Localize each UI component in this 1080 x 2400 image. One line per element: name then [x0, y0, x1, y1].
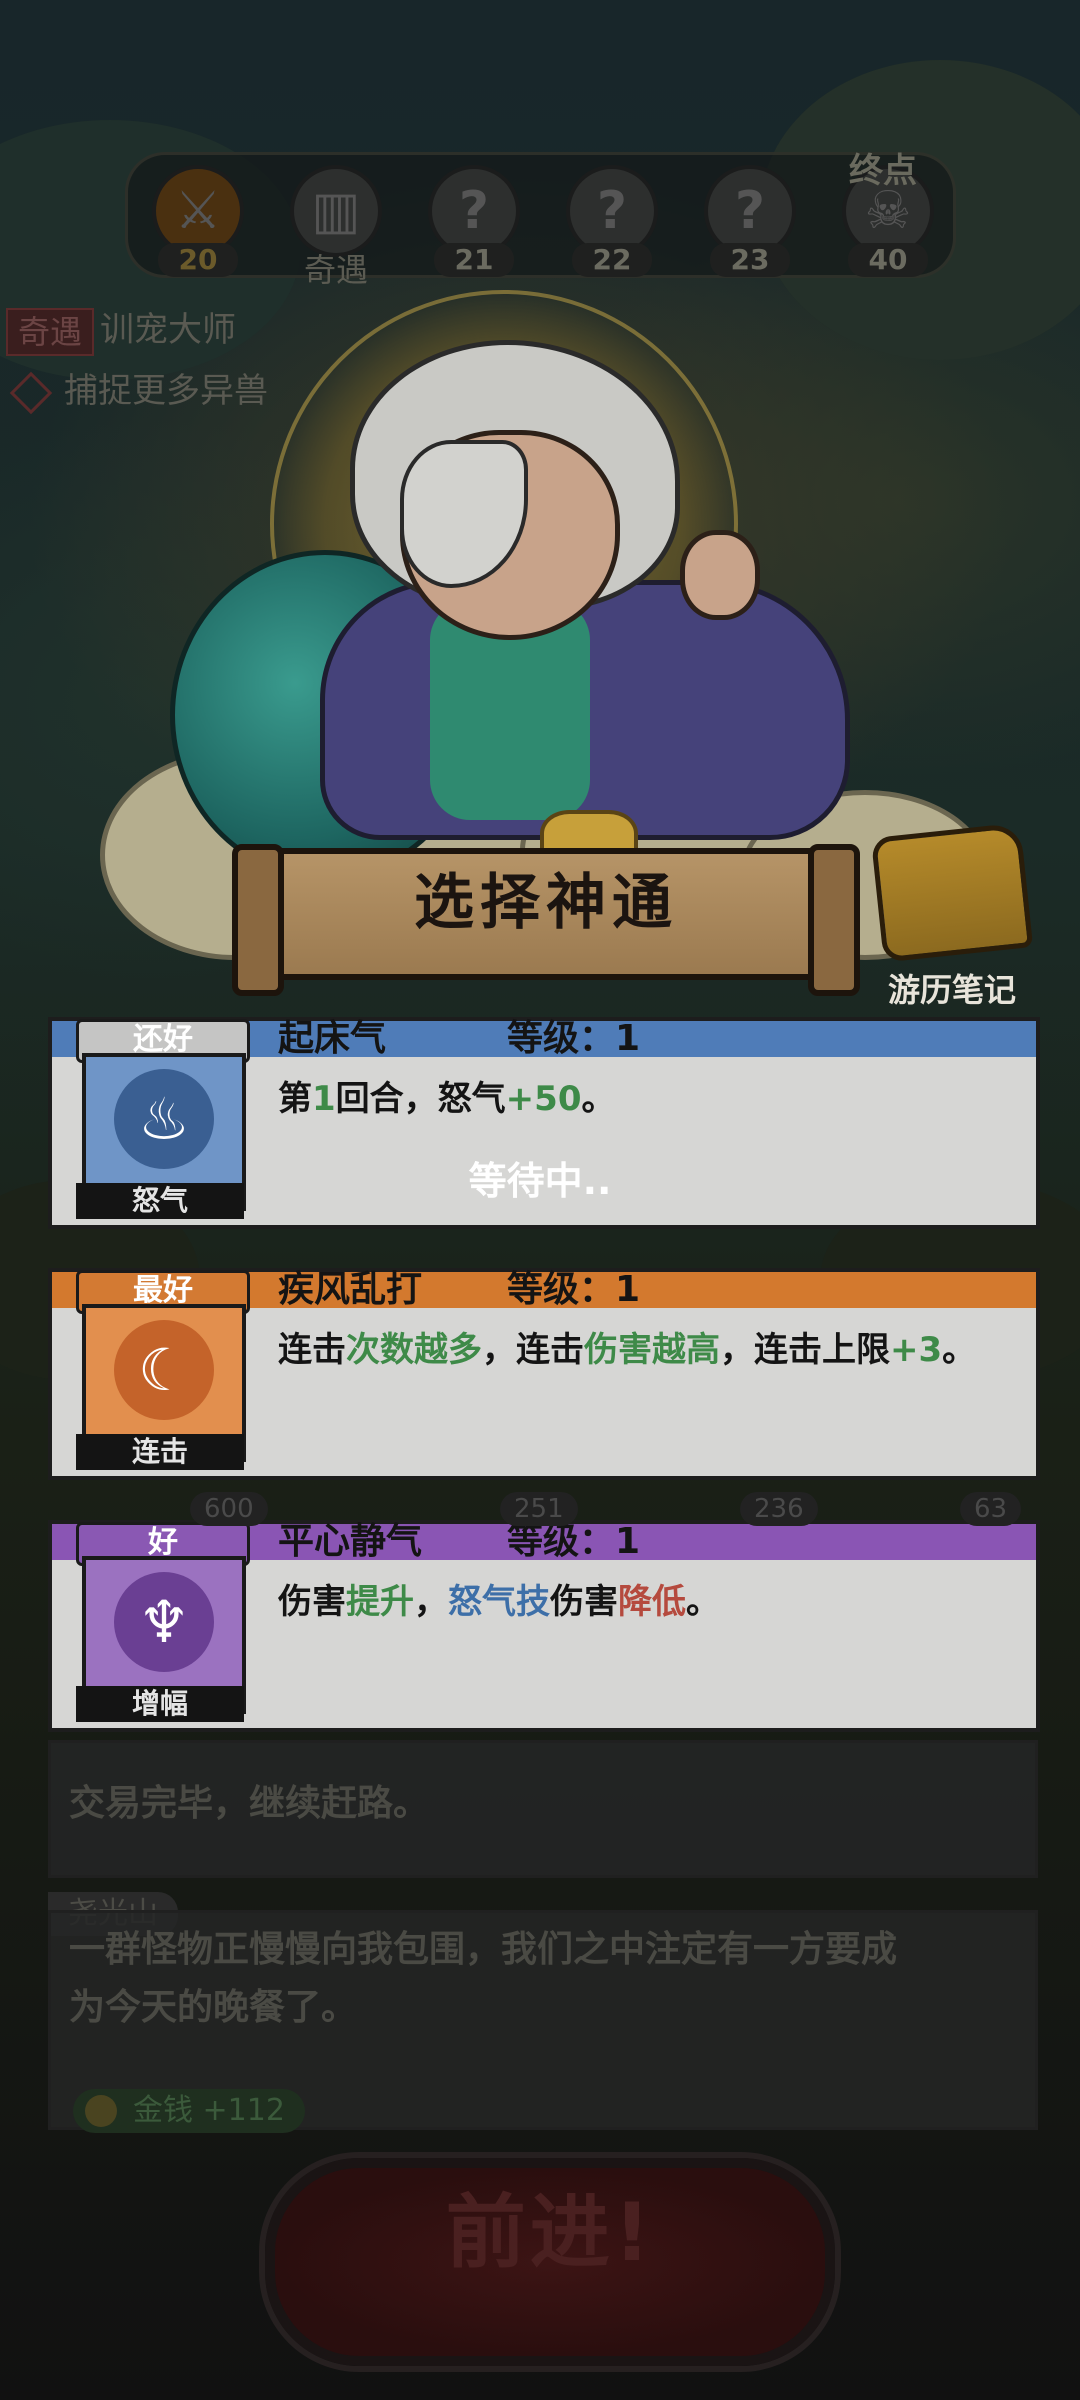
desc-segment: 1	[312, 1079, 336, 1119]
combo-icon: ☾	[114, 1320, 214, 1420]
scroll-icon	[870, 822, 1034, 963]
skill-card-2[interactable]: 最好 ☾ 连击 疾风乱打 等级：1 连击次数越多，连击伤害越高，连击上限+3。	[48, 1268, 1040, 1480]
desc-segment: 第	[278, 1079, 312, 1119]
log-panel-encounter: 一群怪物正慢慢向我包围，我们之中注定有一方要成 为今天的晚餐了。 金钱 +112	[48, 1910, 1038, 2133]
fist	[680, 530, 760, 620]
stage-encounter[interactable]: ▥ 奇遇	[286, 165, 386, 291]
desc-segment: ，连击	[482, 1330, 584, 1370]
go-forward-label: 前进!	[445, 2186, 655, 2279]
desc-segment: 伤害	[278, 1582, 346, 1622]
stage-number: 23	[710, 243, 790, 277]
skill-desc: 伤害提升，怒气技伤害降低。	[278, 1576, 996, 1628]
log-text: 一群怪物正慢慢向我包围，我们之中注定有一方要成	[69, 1929, 898, 1970]
stat-value: 236	[740, 1492, 818, 1526]
stage-number: 20	[158, 243, 238, 277]
stage-progress-bar: ⚔ 20 ▥ 奇遇 ? 21 ? 22 ? 23 ☠ 40 终点	[125, 151, 956, 289]
log-text: 交易完毕，继续赶路。	[69, 1783, 430, 1824]
stage-number: 21	[434, 243, 514, 277]
desc-segment: 次数越多	[346, 1330, 482, 1370]
journal-label: 游历笔记	[887, 971, 1016, 1009]
reward-text: 金钱 +112	[133, 2093, 285, 2128]
skill-type: 增幅	[76, 1686, 244, 1722]
skill-level: 等级：1	[507, 1269, 641, 1310]
stage-label: 奇遇	[303, 251, 368, 289]
skill-badge: 最好 ☾ 连击	[76, 1270, 250, 1470]
desc-segment: ，连击上限	[720, 1330, 890, 1370]
desc-segment: 。	[686, 1582, 720, 1622]
book-icon: ▥	[290, 165, 382, 257]
skill-desc: 第1回合，怒气+50。	[278, 1073, 996, 1125]
desc-segment: 。	[581, 1079, 616, 1119]
stage-20[interactable]: ⚔ 20	[148, 165, 248, 277]
journal-button[interactable]: 游历笔记	[870, 822, 1034, 1011]
go-forward-button[interactable]: 前进!	[265, 2158, 835, 2366]
title-banner: 选择神通	[232, 844, 860, 996]
skill-name: 起床气	[278, 1018, 387, 1059]
desc-segment: +3	[890, 1330, 943, 1370]
desc-segment: ，	[414, 1582, 448, 1622]
desc-segment: 伤害	[550, 1582, 618, 1622]
desc-segment: +50	[505, 1079, 582, 1119]
stage-22[interactable]: ? 22	[562, 165, 662, 277]
stat-value: 251	[500, 1492, 578, 1526]
desc-segment: 伤害越高	[584, 1330, 720, 1370]
skill-name: 疾风乱打	[278, 1269, 423, 1310]
coin-icon	[85, 2095, 117, 2127]
skill-badge: 好 ♆ 增幅	[76, 1522, 250, 1722]
skill-level: 等级：1	[507, 1018, 641, 1059]
quest-tag: 奇遇	[6, 308, 95, 356]
stage-number: 22	[572, 243, 652, 277]
skill-desc: 连击次数越多，连击伤害越高，连击上限+3。	[278, 1324, 996, 1376]
desc-segment: 提升	[346, 1582, 414, 1622]
stat-value: 600	[190, 1492, 268, 1526]
skill-type: 连击	[76, 1434, 244, 1470]
reward-badge: 金钱 +112	[73, 2089, 305, 2133]
stage-number: 40	[848, 243, 928, 277]
selection-title: 选择神通	[414, 868, 678, 938]
flame-icon: ♆	[114, 1572, 214, 1672]
waiting-text: 等待中..	[468, 1159, 612, 1203]
desc-segment: 降低	[618, 1582, 686, 1622]
desc-segment: 回合，怒气	[335, 1079, 506, 1119]
diamond-icon	[9, 371, 53, 414]
stat-value: 63	[960, 1492, 1022, 1526]
desc-segment: 。	[942, 1330, 977, 1370]
desc-segment: 怒气技	[448, 1582, 550, 1622]
stage-21[interactable]: ? 21	[424, 165, 524, 277]
desc-segment: 连击	[278, 1330, 346, 1370]
stats-row: 600 251 236 63	[0, 1486, 1080, 1536]
log-panel-trade: 交易完毕，继续赶路。	[48, 1740, 1038, 1878]
stage-23[interactable]: ? 23	[700, 165, 800, 277]
log-text: 为今天的晚餐了。	[69, 1987, 358, 2028]
skill-card-3[interactable]: 好 ♆ 增幅 平心静气 等级：1 伤害提升，怒气技伤害降低。	[48, 1520, 1040, 1732]
end-label: 终点	[849, 151, 917, 191]
